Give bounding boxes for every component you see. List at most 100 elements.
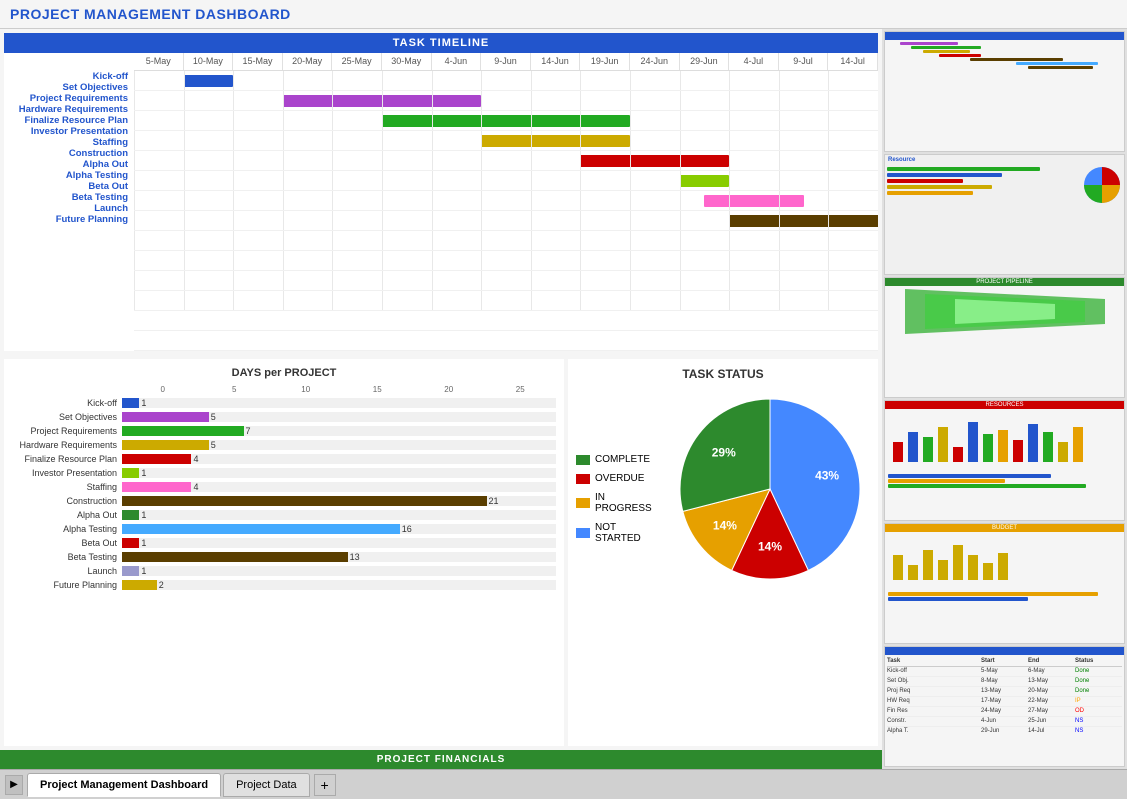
gantt-bar [729,215,878,227]
bar-value: 1 [139,566,146,576]
bar-track: 21 [122,496,556,506]
gantt-bars [134,71,878,351]
bar-fill [122,440,209,450]
bar-track: 4 [122,482,556,492]
bar-label: Project Requirements [12,426,122,436]
status-content: COMPLETEOVERDUEIN PROGRESSNOT STARTED 43… [576,389,870,589]
pie-label: 43% [815,468,839,482]
gantt-task-row [134,131,878,151]
bar-track: 16 [122,524,556,534]
bar-value: 21 [487,496,499,506]
bar-fill [122,482,191,492]
bar-fill [122,398,139,408]
thumb-5: BUDGET [884,523,1125,644]
bar-value: 4 [191,454,198,464]
gantt-bar [481,135,630,147]
bar-value: 1 [139,468,146,478]
gantt-bar [680,175,730,187]
days-chart: DAYS per PROJECT 0510152025Kick-off1Set … [4,359,564,746]
tab-dashboard[interactable]: Project Management Dashboard [27,773,221,797]
gantt-bar [382,115,630,127]
pie-chart: 43% 14% 14% 29% [670,389,870,589]
gantt-label: Construction [4,148,134,159]
bar-label: Investor Presentation [12,468,122,478]
gantt-date-label: 19-Jun [580,53,630,70]
gantt-bar [704,195,803,207]
gantt-date-label: 9-Jul [779,53,829,70]
bar-label: Alpha Out [12,510,122,520]
pie-label: 14% [713,518,737,532]
pie-label: 29% [712,445,736,459]
gantt-body: Kick-off Set Objectives Project Requirem… [4,53,878,351]
tab-project-data[interactable]: Project Data [223,773,310,797]
gantt-label: Kick-off [4,71,134,82]
gantt-chart-area: 5-May10-May15-May20-May25-May30-May4-Jun… [134,53,878,351]
tab-nav-arrow[interactable]: ▶ [5,775,23,795]
bar-axis-label: 25 [485,385,557,394]
bar-track: 7 [122,426,556,436]
bar-track: 1 [122,398,556,408]
bar-chart-row: Staffing4 [12,480,556,494]
bar-value: 5 [209,440,216,450]
bar-value: 1 [139,510,146,520]
gantt-task-row [134,151,878,171]
bar-fill [122,580,157,590]
pie-label: 14% [758,540,782,554]
gantt-date-row: 5-May10-May15-May20-May25-May30-May4-Jun… [134,53,878,71]
bar-fill [122,566,139,576]
financials-strip: PROJECT FINANCIALS [0,750,882,769]
bar-axis-label: 20 [413,385,485,394]
days-chart-title: DAYS per PROJECT [12,367,556,379]
bar-label: Beta Out [12,538,122,548]
bar-value: 2 [157,580,164,590]
legend-label: COMPLETE [595,454,650,465]
gantt-label: Finalize Resource Plan [4,115,134,126]
gantt-task-row [134,211,878,231]
bar-fill [122,524,400,534]
gantt-label: Launch [4,203,134,214]
task-status: TASK STATUS COMPLETEOVERDUEIN PROGRESSNO… [568,359,878,746]
bar-chart-row: Future Planning2 [12,578,556,592]
bar-fill [122,468,139,478]
gantt-date-label: 14-Jun [531,53,581,70]
legend-item: IN PROGRESS [576,492,660,514]
legend-label: NOT STARTED [595,522,660,544]
gantt-task-row [134,251,878,271]
gantt-bar [580,155,729,167]
bar-label: Staffing [12,482,122,492]
legend-label: IN PROGRESS [595,492,660,514]
bar-fill [122,538,139,548]
bar-track: 13 [122,552,556,562]
thumb-3: PROJECT PIPELINE [884,277,1125,398]
bar-fill [122,426,244,436]
gantt-bar [184,75,234,87]
gantt-task-row [134,91,878,111]
gantt-label: Alpha Out [4,159,134,170]
gantt-label: Beta Testing [4,192,134,203]
bar-axis-label: 15 [342,385,414,394]
bar-label: Launch [12,566,122,576]
gantt-task-row [134,271,878,291]
bar-chart-row: Beta Testing13 [12,550,556,564]
right-panel: Resource [882,29,1127,769]
bar-value: 13 [348,552,360,562]
gantt-task-row [134,231,878,251]
bar-track: 1 [122,468,556,478]
gantt-date-label: 30-May [382,53,432,70]
bar-chart-row: Launch 1 [12,564,556,578]
add-tab-button[interactable]: + [314,774,336,796]
bottom-section: DAYS per PROJECT 0510152025Kick-off1Set … [4,359,878,746]
legend-color-swatch [576,474,590,484]
gantt-task-row [134,111,878,131]
bar-chart-row: Project Requirements7 [12,424,556,438]
gantt-labels: Kick-off Set Objectives Project Requirem… [4,53,134,351]
tab-bar: ▶ Project Management Dashboard Project D… [0,769,1127,799]
tab-project-data-label: Project Data [236,779,297,791]
legend: COMPLETEOVERDUEIN PROGRESSNOT STARTED [576,454,660,544]
gantt-label: Beta Out [4,181,134,192]
gantt-date-label: 4-Jul [729,53,779,70]
bar-chart-row: Kick-off1 [12,396,556,410]
pie-container: 43% 14% 14% 29% [670,389,870,589]
page-title: PROJECT MANAGEMENT DASHBOARD [10,6,1117,22]
gantt-task-row [134,71,878,91]
